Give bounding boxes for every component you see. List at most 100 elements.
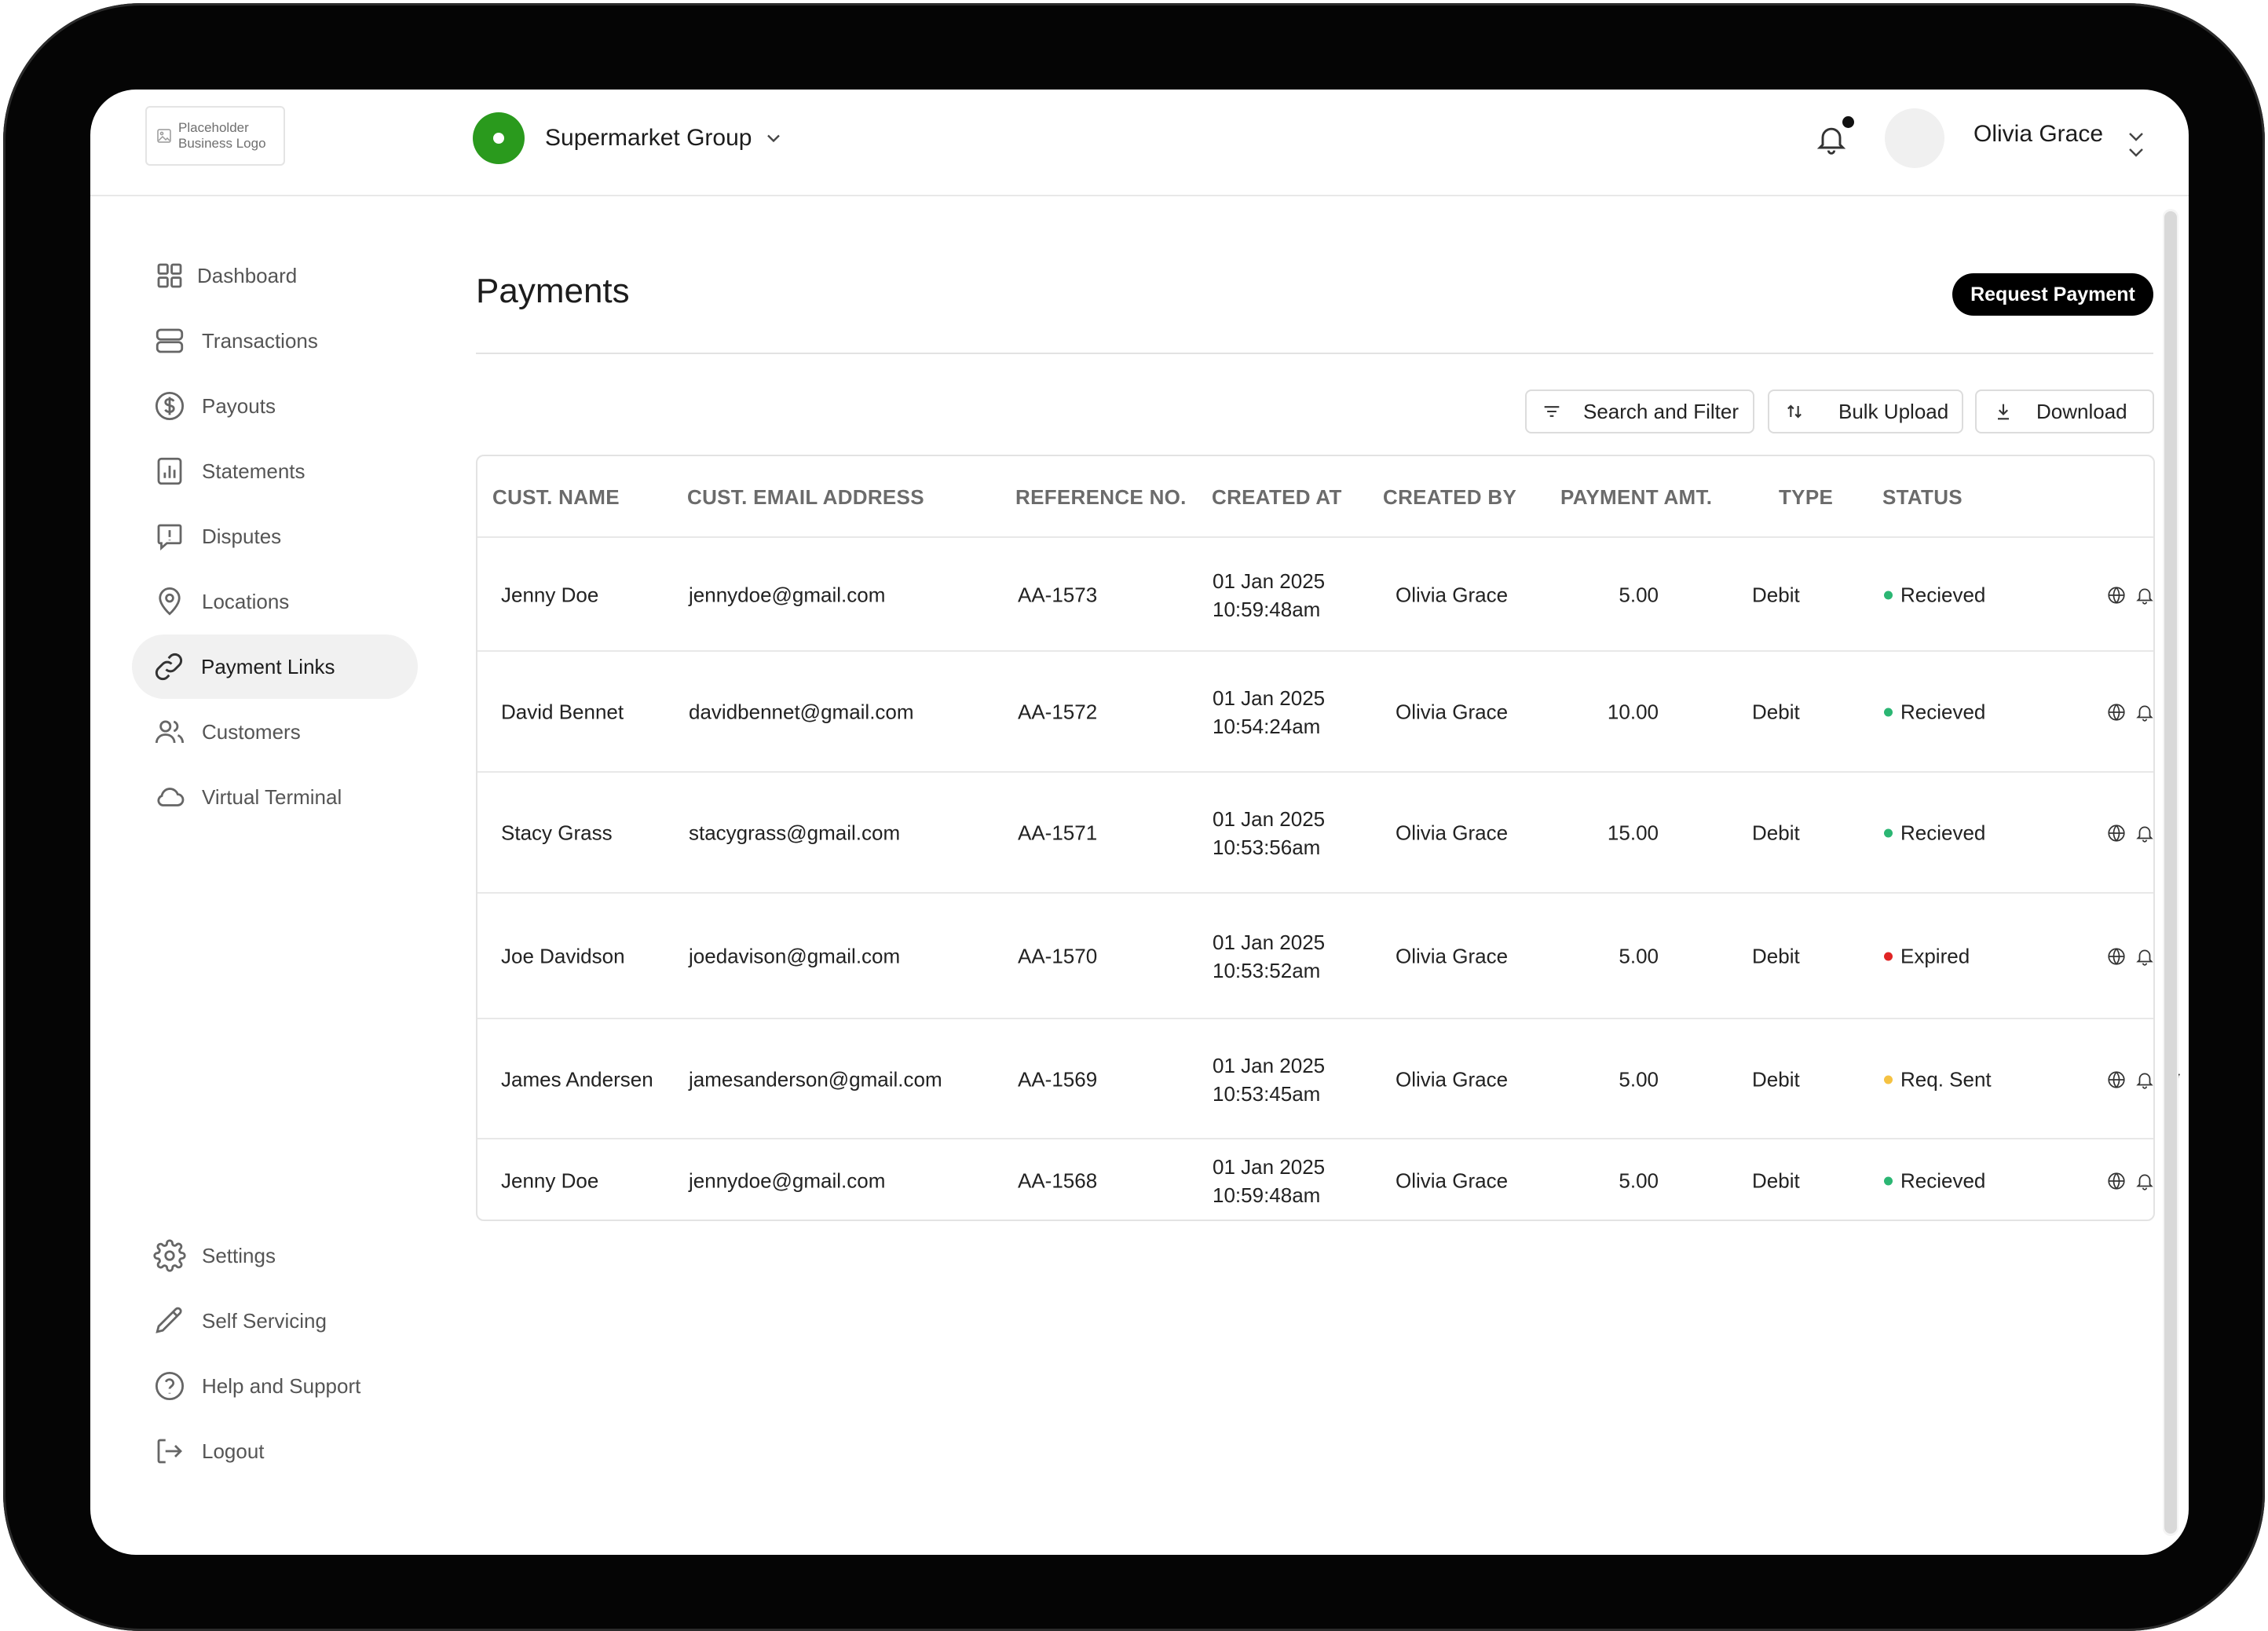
- cell-reference: AA-1569: [1018, 1067, 1098, 1091]
- column-header[interactable]: CREATED AT: [1212, 485, 1342, 510]
- sidebar-item-transactions[interactable]: Transactions: [133, 309, 415, 373]
- sidebar-item-virtual-terminal[interactable]: Virtual Terminal: [133, 765, 415, 829]
- row-actions: [2106, 585, 2155, 605]
- cell-created-by: Olivia Grace: [1396, 1168, 1509, 1193]
- cell-created-by: Olivia Grace: [1396, 700, 1509, 724]
- logo-line-1: Placeholder: [178, 120, 249, 135]
- column-header[interactable]: CREATED BY: [1383, 485, 1516, 510]
- map-pin-icon: [159, 587, 181, 616]
- user-avatar[interactable]: [1885, 108, 1944, 168]
- business-logo[interactable]: Placeholder Business Logo: [145, 106, 285, 166]
- gear-icon: [153, 1239, 186, 1272]
- status-dot: [1884, 591, 1893, 599]
- globe-icon[interactable]: [2106, 946, 2127, 967]
- sidebar-item-label: Transactions: [202, 328, 318, 353]
- cell-created-by: Olivia Grace: [1396, 1067, 1509, 1091]
- sidebar-item-statements[interactable]: Statements: [133, 439, 415, 503]
- search-and-filter-button[interactable]: Search and Filter: [1525, 389, 1754, 433]
- created-time: 10:59:48am: [1213, 1183, 1321, 1207]
- row-actions: [2106, 702, 2155, 722]
- user-name[interactable]: Olivia Grace: [1974, 121, 2103, 148]
- cell-created-by: Olivia Grace: [1396, 944, 1509, 968]
- cell-created-by: Olivia Grace: [1396, 583, 1509, 606]
- created-time: 10:54:24am: [1213, 715, 1321, 738]
- cell-reference: AA-1571: [1018, 821, 1098, 845]
- status-badge: Recieved: [1884, 700, 1985, 725]
- sidebar-item-self-servicing[interactable]: Self Servicing: [133, 1289, 415, 1353]
- tablet-frame: Placeholder Business Logo Supermarket Gr…: [3, 3, 2265, 1631]
- bell-icon[interactable]: [2134, 946, 2155, 967]
- sidebar-item-disputes[interactable]: Disputes: [133, 504, 415, 569]
- cell-email: davidbennet@gmail.com: [689, 700, 914, 724]
- status-label: Recieved: [1900, 700, 1986, 724]
- sidebar-item-payouts[interactable]: Payouts: [133, 374, 415, 438]
- globe-icon[interactable]: [2106, 1070, 2127, 1090]
- users-icon: [155, 720, 185, 744]
- logout-icon: [157, 1439, 182, 1464]
- cell-email: jennydoe@gmail.com: [689, 1168, 886, 1193]
- bell-icon[interactable]: [2134, 1070, 2155, 1090]
- column-header[interactable]: PAYMENT AMT.: [1560, 485, 1712, 510]
- table-row[interactable]: David Bennet davidbennet@gmail.com AA-1572…: [477, 650, 2153, 771]
- cell-type: Debit: [1752, 1168, 1800, 1193]
- column-header[interactable]: CUST. NAME: [492, 485, 620, 510]
- filter-icon: [1544, 406, 1560, 417]
- created-date: 01 Jan 2025: [1213, 569, 1326, 593]
- sidebar-item-dashboard[interactable]: Dashboard: [133, 243, 415, 308]
- sidebar-item-logout[interactable]: Logout: [133, 1419, 415, 1483]
- link-icon: [155, 653, 183, 681]
- row-actions: [2106, 1171, 2155, 1191]
- bell-icon[interactable]: [2134, 585, 2155, 605]
- bell-icon[interactable]: [2134, 702, 2155, 722]
- table-row[interactable]: Stacy Grass stacygrass@gmail.com AA-1571 Ol…: [477, 771, 2153, 892]
- cell-email: jennydoe@gmail.com: [689, 583, 886, 606]
- sidebar-item-settings[interactable]: Settings: [133, 1223, 415, 1288]
- scrollbar-thumb[interactable]: [2164, 211, 2177, 1534]
- cloud-icon: [157, 788, 185, 806]
- cell-reference: AA-1572: [1018, 700, 1098, 724]
- download-button[interactable]: Download: [1975, 389, 2154, 433]
- table-row[interactable]: James Andersen jamesanderson@gmail.com AA-…: [477, 1018, 2180, 1138]
- bell-icon[interactable]: [2134, 1171, 2155, 1191]
- sidebar-item-customers[interactable]: Customers: [133, 700, 415, 764]
- bulk-upload-button[interactable]: Bulk Upload: [1768, 389, 1963, 433]
- sidebar-item-label: Payouts: [202, 393, 276, 418]
- globe-icon[interactable]: [2106, 702, 2127, 722]
- table-row[interactable]: Joe Davidson joedavison@gmail.com AA-1570 O…: [477, 892, 2153, 1018]
- sidebar: Dashboard Transactions Payouts Statement…: [90, 196, 420, 1555]
- download-label: Download: [2036, 399, 2127, 423]
- status-dot: [1884, 828, 1893, 838]
- table-row[interactable]: Jenny Doe jennydoe@gmail.com AA-1568 Olivia…: [477, 1138, 2153, 1221]
- sidebar-item-help-and-support[interactable]: Help and Support: [133, 1354, 415, 1418]
- globe-icon[interactable]: [2106, 823, 2127, 843]
- sidebar-item-label: Customers: [202, 719, 301, 744]
- table-row[interactable]: Jenny Doe jennydoe@gmail.com AA-1573 Olivia…: [477, 536, 2153, 650]
- globe-icon[interactable]: [2106, 1171, 2127, 1191]
- cell-customer-name: Jenny Doe: [501, 1168, 599, 1193]
- chevron-down-icon[interactable]: [2124, 124, 2148, 163]
- sidebar-item-payment-links[interactable]: Payment Links: [132, 634, 418, 699]
- column-header[interactable]: TYPE: [1779, 485, 1833, 510]
- cell-type: Debit: [1752, 821, 1800, 845]
- dollar-circle-icon: [155, 391, 185, 421]
- column-header[interactable]: CUST. EMAIL ADDRESS: [687, 485, 924, 510]
- status-badge: Recieved: [1884, 583, 1985, 607]
- cell-email: joedavison@gmail.com: [689, 944, 901, 968]
- business-selector[interactable]: Supermarket Group: [473, 112, 785, 164]
- status-label: Recieved: [1900, 583, 1986, 606]
- bell-icon[interactable]: [2134, 823, 2155, 843]
- cell-created-at: 01 Jan 2025 10:53:56am: [1213, 805, 1325, 861]
- status-dot: [1884, 1176, 1893, 1186]
- created-time: 10:53:52am: [1213, 959, 1321, 982]
- cell-payment-amount: 5.00: [1619, 1067, 1659, 1091]
- sidebar-item-locations[interactable]: Locations: [133, 569, 415, 634]
- globe-icon[interactable]: [2106, 585, 2127, 605]
- cell-type: Debit: [1752, 700, 1800, 724]
- column-header[interactable]: STATUS: [1882, 485, 1963, 510]
- column-header[interactable]: REFERENCE NO.: [1015, 485, 1187, 510]
- bar-chart-icon: [157, 457, 182, 485]
- cell-created-by: Olivia Grace: [1396, 821, 1509, 845]
- payments-table: CUST. NAME CUST. EMAIL ADDRESS REFERENCE…: [476, 455, 2180, 1221]
- cell-reference: AA-1568: [1018, 1168, 1098, 1193]
- request-payment-button[interactable]: Request Payment: [1952, 273, 2153, 316]
